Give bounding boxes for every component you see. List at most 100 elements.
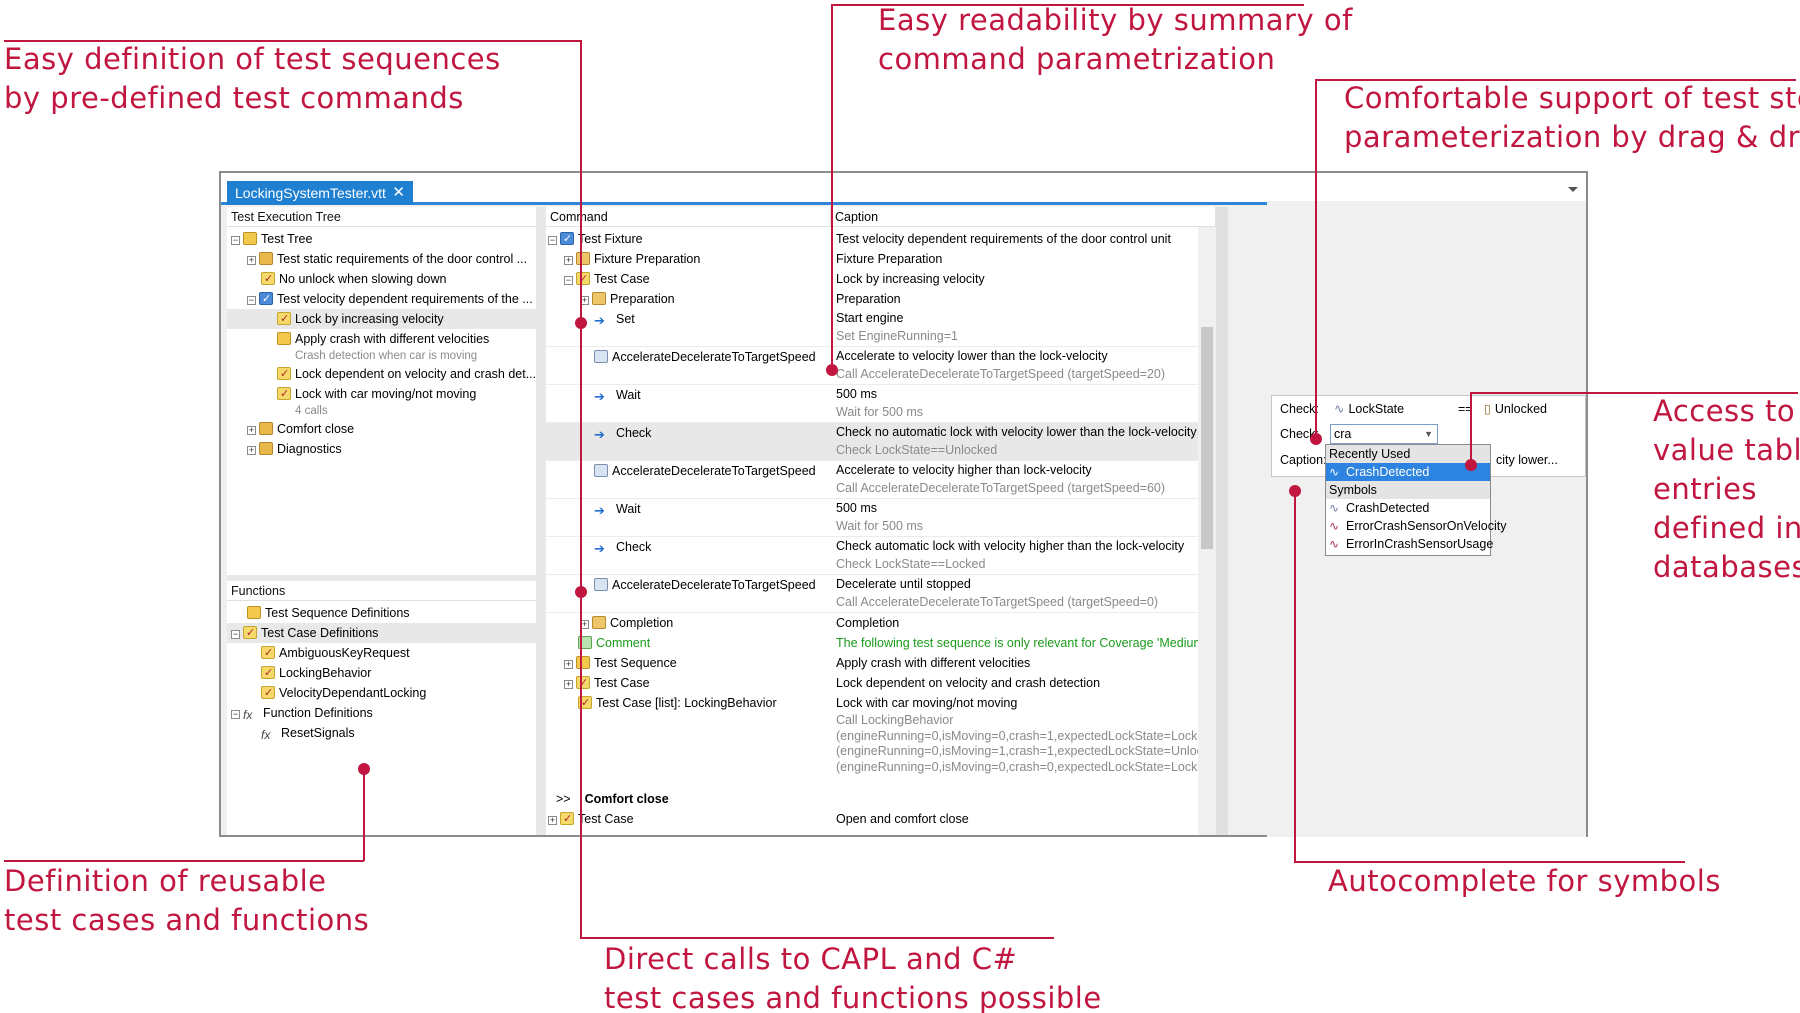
annotation-capl: Direct calls to CAPL and C# test cases a…: [604, 940, 1102, 1013]
command-row[interactable]: ➔ Set: [594, 309, 635, 329]
collapse-icon[interactable]: −: [231, 710, 240, 719]
chevron-down-icon[interactable]: ▼: [1424, 425, 1433, 443]
tree-label: VelocityDependantLocking: [279, 686, 427, 700]
command-caption: Check automatic lock with velocity highe…: [836, 537, 1184, 573]
scrollbar-thumb[interactable]: [1201, 327, 1213, 549]
command-name: Preparation: [610, 292, 675, 306]
leader-line: [580, 937, 1054, 939]
command-row[interactable]: + Completion: [580, 613, 673, 633]
tree-item-selected[interactable]: Lock by increasing velocity: [227, 309, 536, 329]
testcase-icon: [261, 643, 275, 663]
expand-icon[interactable]: +: [564, 660, 573, 669]
vertical-splitter[interactable]: [536, 207, 546, 835]
collapse-icon[interactable]: −: [247, 296, 256, 305]
annotation-line: entries: [1653, 472, 1758, 506]
testcase-definitions-icon: [243, 623, 257, 643]
command-row[interactable]: Test Case [list]: LockingBehavior: [578, 693, 777, 713]
tree-item[interactable]: − Test Tree: [231, 229, 312, 249]
command-row[interactable]: ➔ Check: [594, 537, 651, 557]
collapse-icon[interactable]: −: [231, 630, 240, 639]
dropdown-item[interactable]: ∿ ErrorCrashSensorOnVelocity: [1326, 517, 1506, 535]
collapse-icon[interactable]: −: [231, 236, 240, 245]
collapse-icon[interactable]: −: [564, 276, 573, 285]
annotation-autocomplete: Autocomplete for symbols: [1328, 862, 1721, 901]
command-row[interactable]: + Fixture Preparation: [564, 249, 700, 269]
tree-item[interactable]: LockingBehavior: [261, 663, 371, 683]
tab-file[interactable]: LockingSystemTester.vtt ✕: [227, 181, 413, 205]
annotation-line: Direct calls to CAPL and C#: [604, 942, 1018, 976]
dropdown-item[interactable]: ∿ ErrorInCrashSensorUsage: [1326, 535, 1494, 553]
folder-icon: [259, 442, 273, 455]
command-row[interactable]: ➔ Wait: [594, 385, 641, 405]
expand-icon[interactable]: +: [247, 446, 256, 455]
vertical-scrollbar[interactable]: [1198, 227, 1216, 835]
tree-item[interactable]: Lock dependent on velocity and crash det…: [277, 364, 536, 384]
command-row[interactable]: + Test Case: [548, 809, 634, 829]
command-row[interactable]: + Preparation: [580, 289, 675, 309]
expand-icon[interactable]: +: [564, 680, 573, 689]
tree-item-selected[interactable]: − Test Case Definitions: [227, 623, 536, 643]
close-icon[interactable]: ✕: [392, 181, 405, 205]
dropdown-item-label: CrashDetected: [1346, 501, 1430, 515]
expand-icon[interactable]: +: [564, 256, 573, 265]
command-name: Test Case: [594, 272, 650, 286]
command-row[interactable]: + Test Case: [564, 673, 650, 693]
caption-main: 500 ms: [836, 501, 877, 515]
command-row[interactable]: AccelerateDecelerateToTargetSpeed: [594, 461, 816, 481]
tree-label: Lock dependent on velocity and crash det…: [295, 367, 536, 381]
chevron-down-icon[interactable]: [1568, 187, 1578, 192]
lhs-symbol[interactable]: ∿ LockState: [1334, 399, 1404, 419]
leader-line: [580, 592, 582, 938]
caption-detail: Call AccelerateDecelerateToTargetSpeed (…: [836, 367, 1166, 381]
collapse-icon[interactable]: −: [548, 236, 557, 245]
caption-value[interactable]: city lower...: [1496, 450, 1558, 470]
caption-main: Lock with car moving/not moving: [836, 696, 1018, 710]
annotation-line: value table: [1653, 433, 1800, 467]
testcase-list-icon: [277, 384, 291, 404]
preparation-icon: [576, 252, 590, 265]
tree-item[interactable]: + Test static requirements of the door co…: [247, 249, 527, 269]
vertical-splitter[interactable]: [1216, 207, 1228, 835]
expand-icon[interactable]: +: [247, 256, 256, 265]
tree-item[interactable]: AmbiguousKeyRequest: [261, 643, 410, 663]
dropdown-item-label: ErrorInCrashSensorUsage: [1346, 537, 1494, 551]
command-row[interactable]: AccelerateDecelerateToTargetSpeed: [594, 575, 816, 595]
tree-item[interactable]: + Comfort close: [247, 419, 354, 439]
annotation-line: databases: [1653, 550, 1800, 584]
annotation-line: Easy definition of test sequences: [4, 42, 501, 76]
tree-item[interactable]: No unlock when slowing down: [261, 269, 446, 289]
tree-label: Test Case Definitions: [261, 626, 379, 640]
signal-icon: ∿: [1334, 402, 1345, 416]
tree-item[interactable]: − Test velocity dependent requirements of…: [247, 289, 533, 309]
check-arrow-icon: ➔: [594, 541, 605, 556]
dropdown-item[interactable]: ∿ CrashDetected: [1326, 499, 1490, 517]
command-name: AccelerateDecelerateToTargetSpeed: [612, 578, 816, 592]
command-row[interactable]: AccelerateDecelerateToTargetSpeed: [594, 347, 816, 367]
command-row[interactable]: Comment: [578, 633, 650, 653]
command-name: Completion: [610, 616, 674, 630]
command-row[interactable]: − Test Fixture: [548, 229, 643, 249]
command-name: Test Sequence: [594, 656, 677, 670]
symbol-autocomplete-input[interactable]: cra ▼: [1330, 424, 1438, 444]
expand-icon[interactable]: +: [548, 816, 557, 825]
leader-line: [831, 4, 1304, 6]
command-row[interactable]: − Test Case: [564, 269, 650, 289]
rhs-value-field[interactable]: ▯ Unlocked: [1484, 399, 1547, 419]
group-header[interactable]: >> Comfort close: [556, 789, 669, 809]
group-title: Comfort close: [584, 792, 669, 806]
tree-item[interactable]: Test Sequence Definitions: [247, 603, 410, 623]
testcase-icon: [261, 663, 275, 683]
function-icon: fx: [261, 728, 271, 742]
expand-icon[interactable]: +: [247, 426, 256, 435]
functions-pane: Functions Test Sequence Definitions − Tes…: [227, 581, 536, 835]
column-header-command[interactable]: Command: [546, 207, 831, 227]
annotation-line: test cases and functions: [4, 903, 370, 937]
command-row[interactable]: ➔ Wait: [594, 499, 641, 519]
command-caption: Accelerate to velocity higher than lock-…: [836, 461, 1165, 497]
tree-item[interactable]: fx ResetSignals: [261, 723, 355, 743]
tree-item[interactable]: − fx Function Definitions: [231, 703, 373, 723]
column-header-caption[interactable]: Caption: [831, 207, 1216, 227]
tree-item[interactable]: VelocityDependantLocking: [261, 683, 426, 703]
testcase-icon: [576, 269, 590, 289]
tree-item[interactable]: + Diagnostics: [247, 439, 342, 459]
